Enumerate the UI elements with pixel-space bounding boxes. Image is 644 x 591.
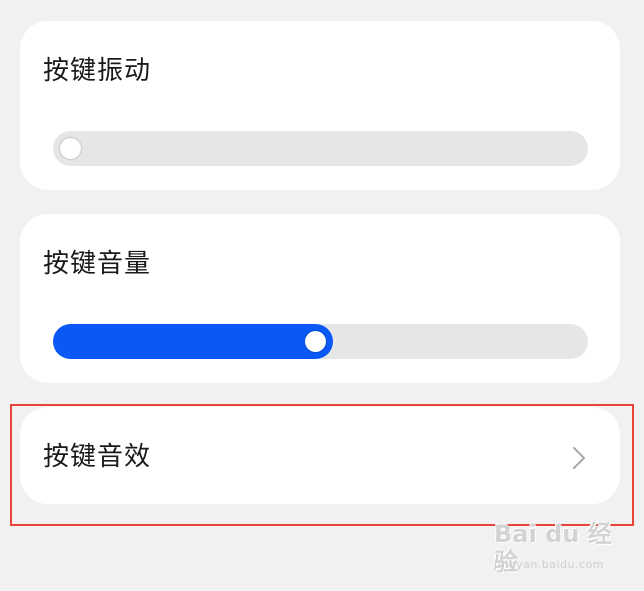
key-vibration-slider[interactable] bbox=[53, 131, 588, 166]
key-volume-slider-fill bbox=[53, 324, 333, 359]
watermark-logo: Bai du 经验 bbox=[494, 520, 612, 576]
key-volume-card: 按键音量 bbox=[20, 214, 620, 383]
key-vibration-title: 按键振动 bbox=[43, 56, 152, 86]
watermark-url: jingyan.baidu.com bbox=[494, 558, 605, 571]
key-volume-title: 按键音量 bbox=[43, 249, 152, 279]
settings-page: 按键振动 按键音量 按键音效 Bai du 经验 jingyan.baidu.c… bbox=[0, 0, 644, 591]
key-volume-slider[interactable] bbox=[53, 324, 588, 359]
key-volume-slider-thumb[interactable] bbox=[305, 331, 326, 352]
watermark: Bai du 经验 jingyan.baidu.com bbox=[492, 518, 632, 578]
key-vibration-card: 按键振动 bbox=[20, 21, 620, 190]
key-sound-effect-title: 按键音效 bbox=[43, 442, 152, 472]
chevron-right-icon bbox=[573, 447, 585, 469]
key-vibration-slider-thumb[interactable] bbox=[60, 138, 81, 159]
key-sound-effect-row[interactable]: 按键音效 bbox=[20, 407, 620, 504]
